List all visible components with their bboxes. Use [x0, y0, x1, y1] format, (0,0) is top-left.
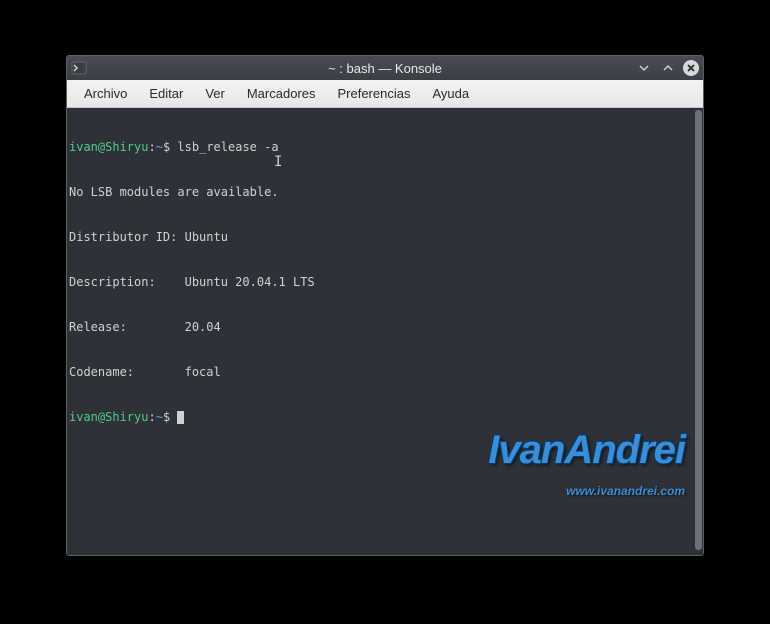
output-line-3: Description: Ubuntu 20.04.1 LTS	[69, 275, 701, 290]
terminal-line-prompt: ivan@Shiryu:~$	[69, 410, 701, 425]
menu-ver[interactable]: Ver	[194, 82, 236, 105]
menu-marcadores[interactable]: Marcadores	[236, 82, 327, 105]
output-line-2: Distributor ID: Ubuntu	[69, 230, 701, 245]
menu-archivo[interactable]: Archivo	[73, 82, 138, 105]
watermark-name: IvanAndrei	[488, 443, 685, 458]
scrollbar[interactable]	[695, 110, 702, 550]
minimize-button[interactable]	[635, 59, 653, 77]
command-text: lsb_release -a	[177, 140, 278, 154]
terminal-line-1: ivan@Shiryu:~$ lsb_release -a	[69, 140, 701, 155]
maximize-button[interactable]	[659, 59, 677, 77]
terminal-content[interactable]: ivan@Shiryu:~$ lsb_release -a No LSB mod…	[67, 108, 703, 555]
text-cursor-icon: I	[274, 156, 282, 168]
prompt-path-2: ~	[156, 410, 163, 424]
menubar: Archivo Editar Ver Marcadores Preferenci…	[67, 80, 703, 108]
window-controls	[635, 59, 703, 77]
watermark: IvanAndrei www.ivanandrei.com	[488, 413, 685, 529]
window-title: ~ : bash — Konsole	[328, 61, 442, 76]
terminal-cursor	[177, 411, 184, 424]
menu-editar[interactable]: Editar	[138, 82, 194, 105]
output-line-4: Release: 20.04	[69, 320, 701, 335]
output-line-1: No LSB modules are available.	[69, 185, 701, 200]
menu-preferencias[interactable]: Preferencias	[326, 82, 421, 105]
output-line-5: Codename: focal	[69, 365, 701, 380]
terminal-prompt-icon	[69, 58, 89, 78]
prompt-user-2: ivan@Shiryu	[69, 410, 148, 424]
titlebar[interactable]: ~ : bash — Konsole	[67, 56, 703, 80]
close-button[interactable]	[683, 60, 699, 76]
menu-ayuda[interactable]: Ayuda	[421, 82, 480, 105]
konsole-window: ~ : bash — Konsole Archivo Editar Ver	[66, 55, 704, 556]
watermark-url: www.ivanandrei.com	[488, 484, 685, 499]
prompt-user: ivan@Shiryu	[69, 140, 148, 154]
prompt-path: ~	[156, 140, 163, 154]
